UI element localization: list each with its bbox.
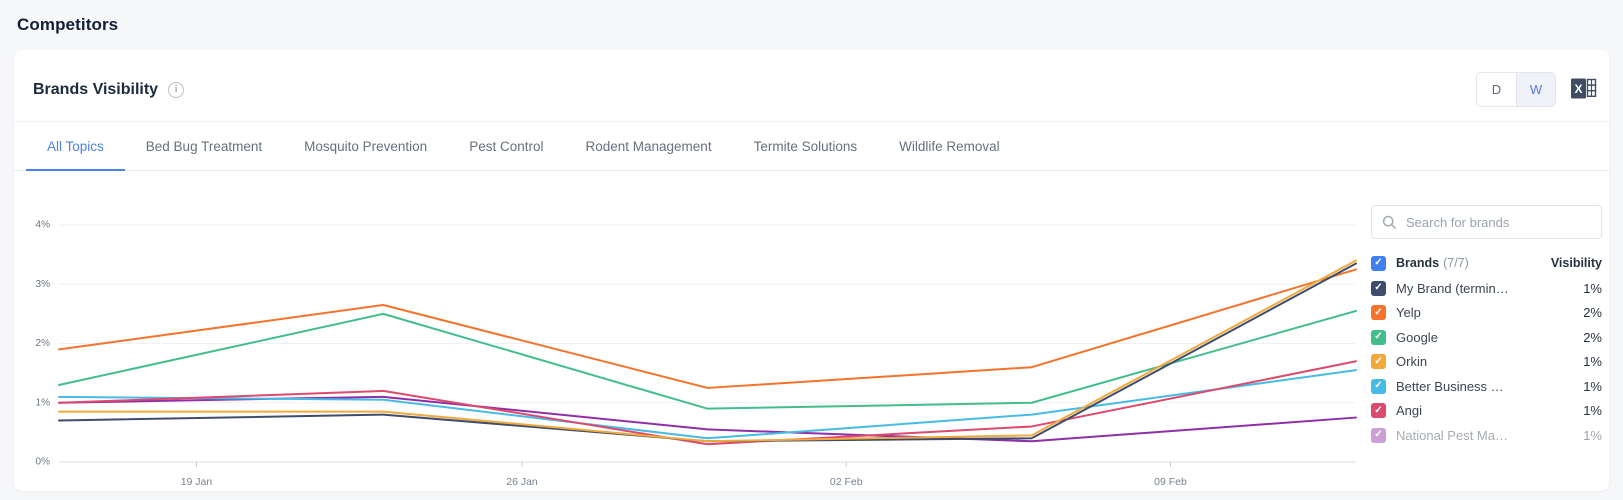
brand-search-input[interactable]: [1406, 214, 1591, 230]
brand-label: Better Business …: [1396, 378, 1504, 394]
brand-visibility-value: 1%: [1583, 427, 1602, 443]
brand-checkbox[interactable]: [1371, 280, 1386, 296]
svg-text:X: X: [1574, 82, 1582, 96]
legend-header-count: (7/7): [1443, 256, 1469, 270]
card-title: Brands Visibility: [33, 80, 159, 98]
legend-row-google[interactable]: Google 2%: [1371, 325, 1602, 350]
period-toggle: D W: [1476, 72, 1556, 107]
header-actions: D W X: [1476, 72, 1597, 107]
select-all-checkbox[interactable]: [1371, 255, 1386, 271]
tab-all-topics[interactable]: All Topics: [26, 122, 125, 171]
legend-header-row[interactable]: Brands (7/7) Visibility: [1371, 250, 1602, 276]
toggle-daily-button[interactable]: D: [1477, 73, 1516, 106]
brand-visibility-value: 2%: [1583, 305, 1602, 321]
x-tick-label-19-jan: 19 Jan: [181, 476, 213, 488]
brand-search-box: [1371, 205, 1602, 239]
brand-visibility-value: 1%: [1583, 403, 1602, 419]
legend-rows: My Brand (termin… 1% Yelp 2% Google 2% O…: [1371, 276, 1602, 448]
legend-row-my-brand-termin[interactable]: My Brand (termin… 1%: [1371, 276, 1602, 301]
toggle-weekly-button[interactable]: W: [1516, 73, 1555, 106]
chart-canvas: 0% 1% 2% 3% 4% 19 Jan 26 Jan 02 Feb 09 Feb: [34, 195, 1357, 495]
brand-visibility-value: 1%: [1583, 354, 1602, 370]
y-tick-label-0%: 0%: [36, 457, 51, 468]
info-icon[interactable]: i: [168, 81, 185, 98]
card-header: Brands Visibility i D W X: [14, 50, 1609, 107]
tab-bed-bug-treatment[interactable]: Bed Bug Treatment: [125, 122, 283, 170]
topic-tabs: All Topics Bed Bug Treatment Mosquito Prev…: [14, 121, 1609, 171]
tab-pest-control[interactable]: Pest Control: [448, 122, 564, 170]
legend-row-national-pest-ma[interactable]: National Pest Ma… 1%: [1371, 423, 1602, 448]
brand-visibility-value: 1%: [1583, 378, 1602, 394]
brand-visibility-value: 2%: [1583, 329, 1602, 345]
x-tick-label-02-feb: 02 Feb: [830, 476, 863, 488]
y-tick-label-3%: 3%: [36, 279, 51, 290]
brand-label: Yelp: [1396, 305, 1421, 321]
brand-label: Google: [1396, 329, 1438, 345]
x-tick-label-26-jan: 26 Jan: [506, 476, 538, 488]
tab-termite-solutions[interactable]: Termite Solutions: [733, 122, 879, 170]
brands-visibility-card: Brands Visibility i D W X All Topics Bed…: [14, 50, 1609, 491]
search-icon: [1382, 215, 1397, 230]
y-tick-label-2%: 2%: [36, 338, 51, 349]
brand-checkbox[interactable]: [1371, 427, 1386, 443]
visibility-line-chart: 0% 1% 2% 3% 4% 19 Jan 26 Jan 02 Feb 09 Feb: [36, 220, 1357, 488]
brand-checkbox[interactable]: [1371, 354, 1386, 370]
line-my-brand-termin: [58, 262, 1357, 443]
legend-row-yelp[interactable]: Yelp 2%: [1371, 301, 1602, 326]
line-yelp: [58, 268, 1357, 389]
brand-checkbox[interactable]: [1371, 329, 1386, 345]
brands-legend-panel: Brands (7/7) Visibility My Brand (termin…: [1371, 205, 1602, 495]
brand-visibility-value: 1%: [1583, 280, 1602, 296]
brand-label: My Brand (termin…: [1396, 280, 1509, 296]
brand-label: National Pest Ma…: [1396, 427, 1508, 443]
brand-checkbox[interactable]: [1371, 305, 1386, 321]
legend-row-angi[interactable]: Angi 1%: [1371, 399, 1602, 424]
legend-header-label: Brands: [1396, 256, 1440, 270]
tab-wildlife-removal[interactable]: Wildlife Removal: [878, 122, 1021, 170]
legend-visibility-column-header: Visibility: [1550, 256, 1602, 270]
legend-row-orkin[interactable]: Orkin 1%: [1371, 350, 1602, 375]
excel-icon: X: [1570, 76, 1597, 104]
x-tick-label-09-feb: 09 Feb: [1154, 476, 1187, 488]
brand-checkbox[interactable]: [1371, 403, 1386, 419]
y-tick-label-4%: 4%: [36, 220, 51, 231]
legend-row-better-business[interactable]: Better Business … 1%: [1371, 374, 1602, 399]
brand-label: Orkin: [1396, 354, 1428, 370]
line-google: [58, 309, 1357, 410]
page-title: Competitors: [17, 15, 119, 34]
y-tick-label-1%: 1%: [36, 397, 51, 408]
line-better-business: [58, 369, 1357, 440]
brand-label: Angi: [1396, 403, 1423, 419]
tab-rodent-management[interactable]: Rodent Management: [564, 122, 732, 170]
chart-section: 0% 1% 2% 3% 4% 19 Jan 26 Jan 02 Feb 09 Feb Brand…: [14, 171, 1609, 495]
line-national-pest-ma: [58, 395, 1357, 443]
brand-checkbox[interactable]: [1371, 378, 1386, 394]
excel-export-button[interactable]: X: [1570, 76, 1597, 104]
line-orkin: [58, 259, 1357, 443]
tab-mosquito-prevention[interactable]: Mosquito Prevention: [283, 122, 448, 170]
